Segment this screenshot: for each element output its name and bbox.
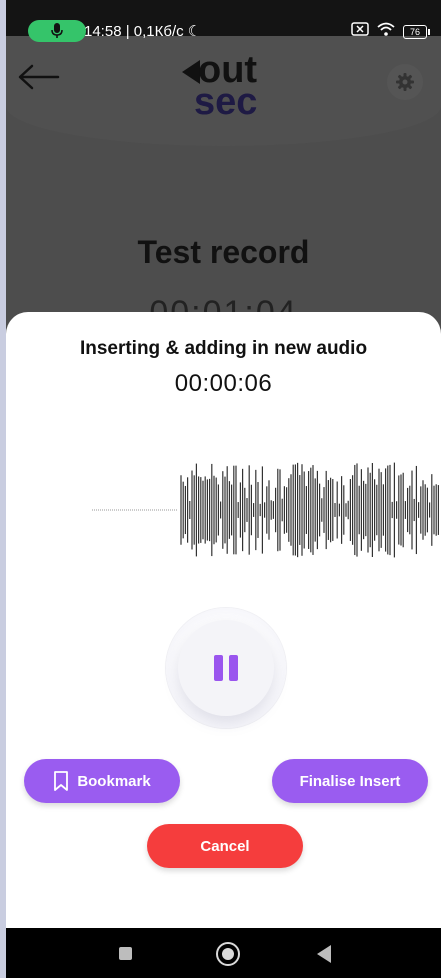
nav-bar: [6, 928, 441, 978]
bookmark-button[interactable]: Bookmark: [24, 759, 180, 803]
outsec-logo: out sec: [176, 46, 286, 123]
pause-button[interactable]: [178, 620, 274, 716]
battery-level: 76: [409, 26, 420, 37]
cancel-label: Cancel: [200, 837, 250, 855]
recording-title: Test record: [137, 234, 310, 270]
pause-icon-bar: [229, 655, 238, 681]
home-icon[interactable]: [216, 942, 240, 966]
bookmark-label: Bookmark: [77, 772, 151, 790]
cancel-button[interactable]: Cancel: [147, 824, 303, 868]
logo-line2: sec: [194, 81, 257, 116]
status-bar: 14:58 | 0,1Кб/c ☾ 76: [6, 0, 441, 42]
waveform: [92, 462, 439, 558]
recents-icon[interactable]: [119, 947, 132, 960]
pause-icon: [214, 655, 223, 681]
battery-icon: 76: [403, 24, 430, 39]
status-time-text: 14:58 | 0,1Кб/c: [84, 23, 184, 40]
finalise-insert-button[interactable]: Finalise Insert: [272, 759, 428, 803]
back-arrow-icon[interactable]: [16, 62, 60, 97]
waveform-bars: [180, 462, 439, 558]
status-time-speed: 14:58 | 0,1Кб/c ☾: [84, 22, 201, 40]
mic-icon[interactable]: [28, 20, 86, 42]
phone-screen: out sec Test record 00:01:04: [6, 0, 441, 978]
moon-icon: ☾: [187, 23, 202, 40]
nav-back-icon[interactable]: [317, 945, 331, 963]
bookmark-icon: [54, 771, 69, 791]
wifi-icon: [377, 22, 395, 41]
insert-sheet: Inserting & adding in new audio 00:00:06…: [6, 312, 441, 952]
sheet-title: Inserting & adding in new audio: [79, 338, 368, 359]
gear-icon[interactable]: [387, 64, 423, 100]
finalise-label: Finalise Insert: [299, 772, 401, 790]
status-icons: 76: [351, 22, 430, 41]
close-box-icon: [351, 22, 369, 41]
sheet-timer: 00:00:06: [174, 370, 273, 397]
recording-screen: out sec Test record 00:01:04: [6, 36, 441, 332]
